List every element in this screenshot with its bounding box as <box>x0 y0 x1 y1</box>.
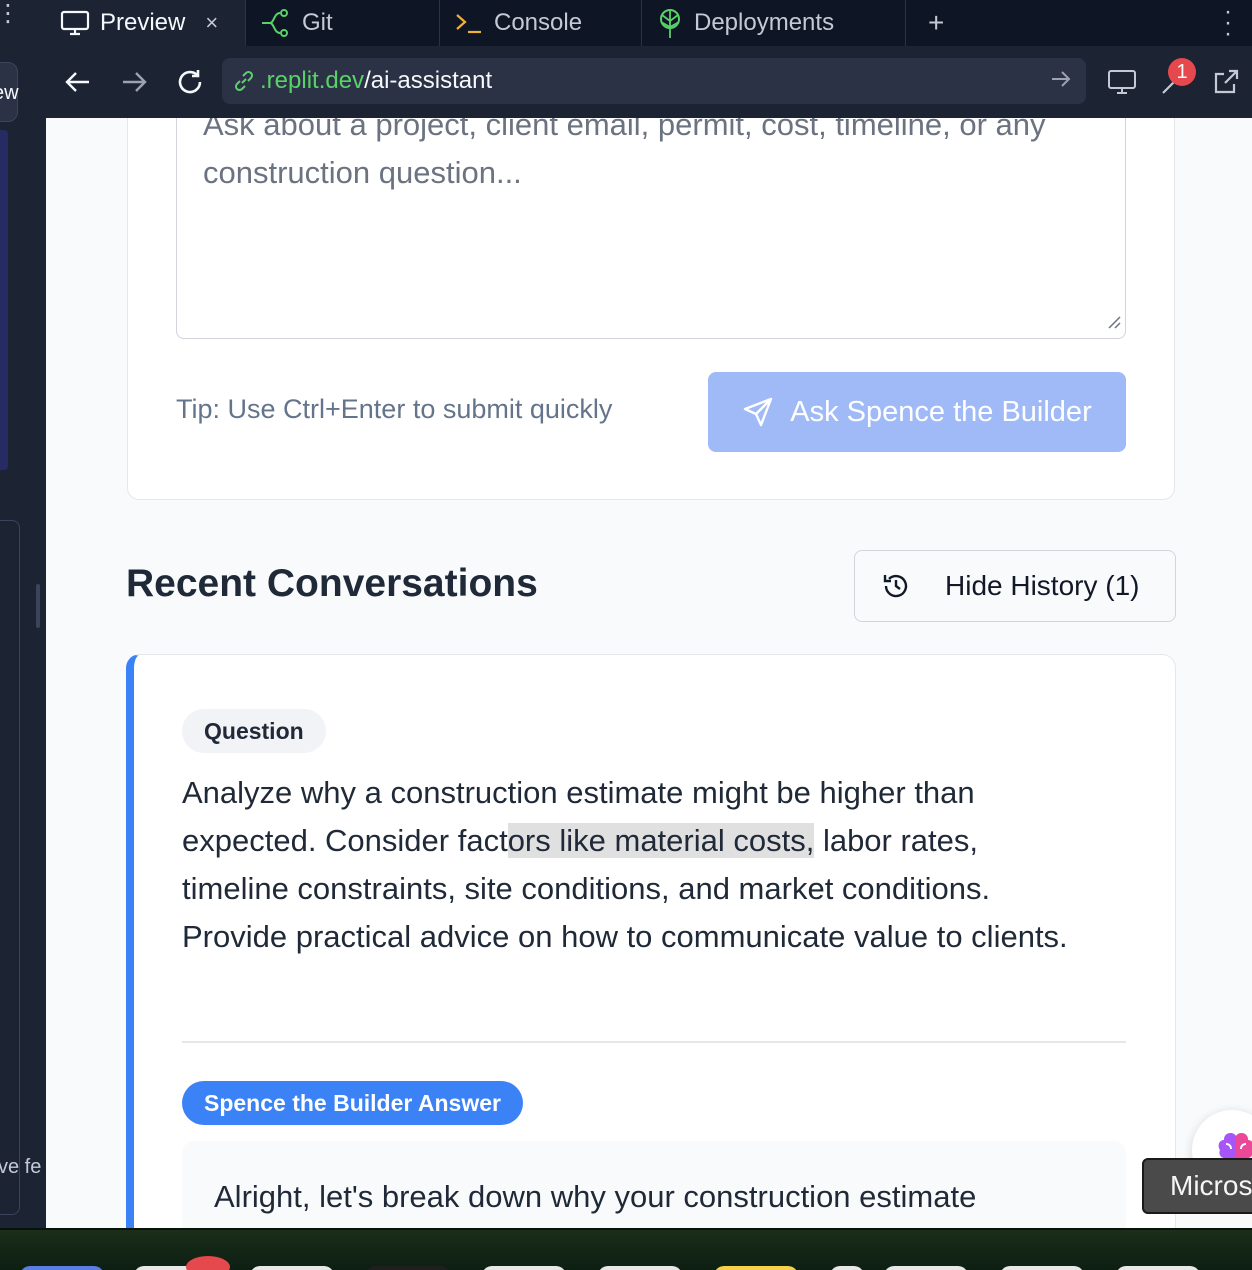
screen: ⋮ ew ve fe Preview × Git Console <box>0 0 1252 1270</box>
answer-badge: Spence the Builder Answer <box>182 1081 523 1125</box>
dock-app-icon[interactable] <box>598 1266 682 1270</box>
left-editor-strip: ⋮ ew ve fe <box>0 0 46 1228</box>
tooltip: Micros <box>1142 1158 1252 1214</box>
question-text: Analyze why a construction estimate migh… <box>182 769 1082 961</box>
dock-app-icon[interactable] <box>20 1266 104 1270</box>
dock-app-icon[interactable] <box>186 1256 230 1270</box>
url-domain: .replit.dev <box>260 67 365 94</box>
back-icon[interactable] <box>50 54 106 110</box>
left-text-fragment: ve fe <box>0 1156 42 1178</box>
question-badge: Question <box>182 709 326 753</box>
devtools-icon[interactable]: 1 <box>1148 56 1200 108</box>
terminal-icon <box>454 10 484 36</box>
preview-url-bar: .replit.dev/ai-assistant 1 <box>46 46 1252 118</box>
divider <box>182 1041 1126 1043</box>
answer-box: Alright, let's break down why your const… <box>182 1141 1126 1228</box>
question-text-highlight: ors like material costs, <box>507 823 815 858</box>
url-input[interactable]: .replit.dev/ai-assistant <box>222 58 1086 104</box>
tab-label: Deployments <box>694 9 835 36</box>
question-input[interactable] <box>177 118 1125 338</box>
dock-app-icon[interactable] <box>830 1266 864 1270</box>
deploy-icon <box>656 8 684 38</box>
more-icon[interactable]: · · · <box>1224 0 1232 46</box>
send-icon <box>742 396 774 428</box>
toggle-history-label: Hide History (1) <box>945 570 1140 601</box>
submit-tip: Tip: Use Ctrl+Enter to submit quickly <box>176 394 613 424</box>
dock-app-icon[interactable] <box>714 1266 798 1270</box>
monitor-icon <box>60 10 90 36</box>
tab-console[interactable]: Console <box>440 0 642 46</box>
tab-preview[interactable]: Preview × <box>46 0 246 46</box>
dock-app-icon[interactable] <box>1116 1266 1200 1270</box>
tab-git[interactable]: Git <box>246 0 440 46</box>
toggle-history-button[interactable]: Hide History (1) <box>854 550 1176 622</box>
panel-resize-handle[interactable] <box>36 584 40 628</box>
dock-app-icon[interactable] <box>482 1266 566 1270</box>
history-icon <box>881 571 911 601</box>
workspace-tab-bar: Preview × Git Console Deployments + · · · <box>46 0 1252 46</box>
question-textarea-wrapper <box>176 118 1126 339</box>
forward-icon[interactable] <box>106 54 162 110</box>
reload-icon[interactable] <box>162 54 218 110</box>
ask-button[interactable]: Ask Spence the Builder <box>708 372 1126 452</box>
url-path: /ai-assistant <box>364 67 493 94</box>
left-panel-fragment-lower <box>0 520 20 1215</box>
dock-app-icon[interactable] <box>366 1266 450 1270</box>
link-icon <box>232 69 256 93</box>
more-icon[interactable]: ⋮ <box>0 0 20 28</box>
dock-app-icon[interactable] <box>250 1266 334 1270</box>
open-external-icon[interactable] <box>1200 56 1252 108</box>
answer-text: Alright, let's break down why your const… <box>214 1179 977 1214</box>
device-preview-icon[interactable] <box>1096 56 1148 108</box>
go-arrow-icon[interactable] <box>1050 68 1072 97</box>
dock-strip <box>0 1228 1252 1270</box>
ask-button-label: Ask Spence the Builder <box>790 395 1092 428</box>
left-panel-fragment <box>0 130 8 470</box>
conversation-card: Question Analyze why a construction esti… <box>126 654 1176 1228</box>
git-branch-icon <box>260 9 292 37</box>
resize-grip-icon[interactable] <box>1107 315 1121 334</box>
left-tab-fragment[interactable]: ew <box>0 62 19 122</box>
notification-badge: 1 <box>1168 58 1196 86</box>
section-title: Recent Conversations <box>126 562 538 605</box>
tab-label: Preview <box>100 9 186 36</box>
close-icon[interactable]: × <box>205 10 218 36</box>
tab-deployments[interactable]: Deployments <box>642 0 906 46</box>
url-tools: 1 <box>1096 46 1252 118</box>
tab-label: Git <box>302 9 333 36</box>
dock-app-icon[interactable] <box>1000 1266 1084 1270</box>
tab-label: Console <box>494 9 583 36</box>
dock-app-icon[interactable] <box>884 1266 968 1270</box>
add-tab-icon[interactable]: + <box>906 7 966 39</box>
app-page: Tip: Use Ctrl+Enter to submit quickly As… <box>46 118 1252 1228</box>
